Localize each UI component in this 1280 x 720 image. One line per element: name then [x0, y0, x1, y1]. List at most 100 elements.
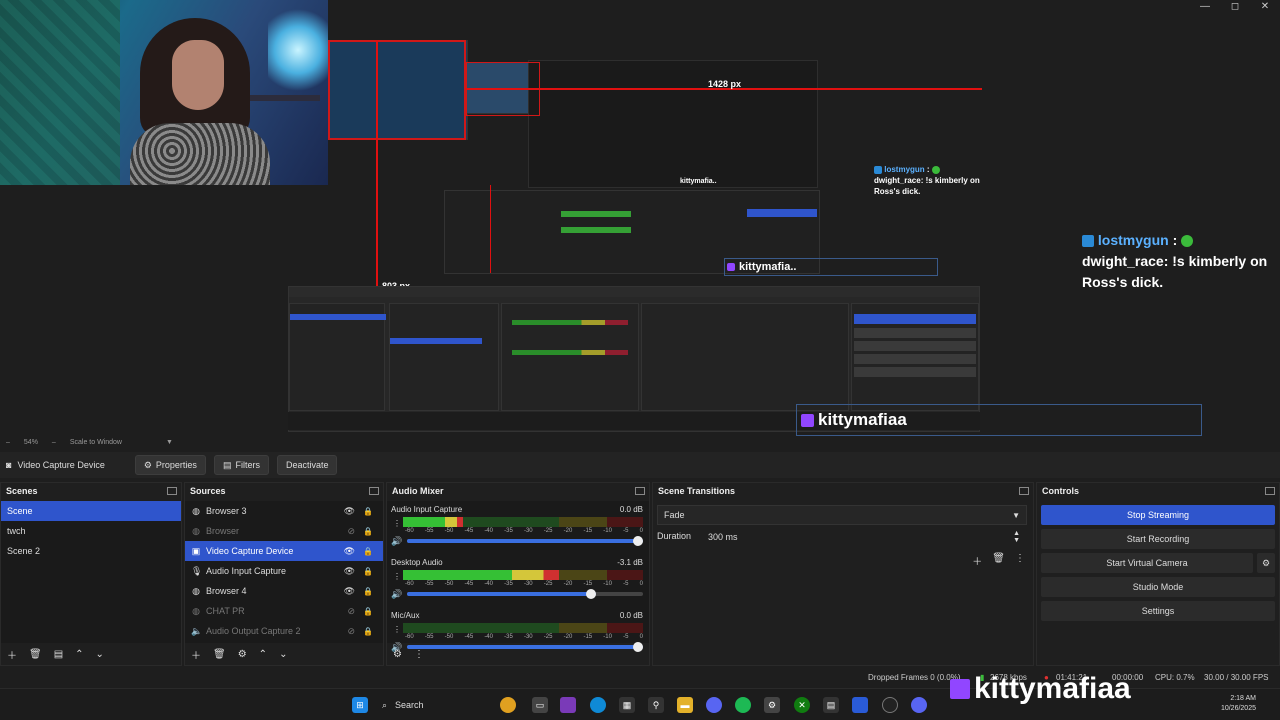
zoom-out-button[interactable]: –: [6, 439, 10, 446]
stop-streaming-button[interactable]: Stop Streaming: [1041, 505, 1275, 525]
tick-label: 0: [639, 634, 643, 640]
windows-start-icon[interactable]: ⊞: [352, 697, 368, 713]
pin-icon[interactable]: ⚲: [648, 697, 664, 713]
duration-label: Duration: [657, 531, 692, 541]
remove-source-button[interactable]: 🗑: [213, 649, 226, 660]
filters-button[interactable]: ▤ Filters: [213, 455, 269, 475]
task-view-icon[interactable]: ▭: [532, 697, 548, 713]
obs-icon[interactable]: [882, 697, 898, 713]
eye-off-icon[interactable]: ⊘: [347, 606, 355, 617]
kitty-overlay-large: kittymafiaa: [796, 404, 1202, 436]
nested-preview-window: [528, 60, 818, 188]
speaker-icon[interactable]: 🔊: [391, 589, 402, 600]
deactivate-button[interactable]: Deactivate: [276, 455, 338, 475]
move-down-button[interactable]: ⌄: [96, 649, 104, 660]
studio-mode-button[interactable]: Studio Mode: [1041, 577, 1275, 597]
folder-icon[interactable]: ▬: [677, 697, 693, 713]
chevron-down-icon: ▼: [1012, 510, 1020, 520]
move-up-button[interactable]: ⌃: [75, 649, 83, 660]
kebab-menu-icon[interactable]: ⋮: [414, 649, 424, 660]
preview-canvas[interactable]: 1428 px 803 px lostmygun : dwight_race: …: [0, 0, 1280, 436]
lock-icon[interactable]: 🔒: [363, 587, 373, 596]
kebab-menu-icon[interactable]: ⋮: [393, 572, 401, 581]
dock-menu-icon[interactable]: [167, 487, 177, 495]
source-item[interactable]: ◍ Browser 3 👁 🔒: [185, 501, 383, 521]
source-item[interactable]: ▣ Video Capture Device 👁 🔒: [185, 541, 383, 561]
xbox-icon[interactable]: ✕: [794, 697, 810, 713]
dock-menu-icon[interactable]: [635, 487, 645, 495]
eye-icon[interactable]: 👁: [344, 566, 355, 577]
eye-off-icon[interactable]: ⊘: [347, 526, 355, 537]
add-scene-button[interactable]: ＋: [7, 647, 17, 662]
dock-menu-icon[interactable]: [1265, 487, 1275, 495]
lock-icon[interactable]: 🔒: [363, 527, 373, 536]
minimize-button[interactable]: —: [1190, 0, 1220, 14]
gear-icon: ⚙: [1261, 557, 1271, 568]
source-properties-button[interactable]: ⚙: [238, 649, 247, 660]
zoom-level[interactable]: 54%: [24, 439, 38, 446]
selection-box[interactable]: [328, 40, 466, 140]
eye-off-icon[interactable]: ⊘: [347, 626, 355, 637]
add-transition-button[interactable]: ＋: [972, 553, 982, 568]
copilot-icon[interactable]: [560, 697, 576, 713]
scene-item[interactable]: Scene: [1, 501, 181, 521]
app-icon[interactable]: ▤: [823, 697, 839, 713]
start-virtual-camera-button[interactable]: Start Virtual Camera: [1041, 553, 1253, 573]
speaker-icon[interactable]: 🔊: [391, 536, 402, 547]
eye-icon[interactable]: 👁: [344, 506, 355, 517]
maximize-button[interactable]: ◻: [1220, 0, 1250, 14]
scene-item[interactable]: Scene 2: [1, 541, 181, 561]
source-item[interactable]: 🎙 Audio Input Capture 👁 🔒: [185, 561, 383, 581]
volume-slider[interactable]: [407, 589, 643, 599]
steam-icon[interactable]: ⚙: [764, 697, 780, 713]
remove-scene-button[interactable]: 🗑: [29, 649, 42, 660]
lock-icon[interactable]: 🔒: [363, 627, 373, 636]
volume-slider[interactable]: [407, 536, 643, 546]
eye-icon[interactable]: 👁: [344, 586, 355, 597]
weather-icon[interactable]: [500, 697, 516, 713]
lock-icon[interactable]: 🔒: [363, 507, 373, 516]
spotify-icon[interactable]: [735, 697, 751, 713]
dock-menu-icon[interactable]: [369, 487, 379, 495]
store-icon[interactable]: ▦: [619, 697, 635, 713]
current-source: ◙ Video Capture Device: [6, 460, 105, 470]
app-blue-icon[interactable]: [852, 697, 868, 713]
chevron-down-icon[interactable]: ▼: [166, 439, 173, 446]
settings-button[interactable]: Settings: [1041, 601, 1275, 621]
source-item[interactable]: ◍ Browser ⊘ 🔒: [185, 521, 383, 541]
scene-item[interactable]: twch: [1, 521, 181, 541]
tick-label: -5: [623, 528, 629, 534]
taskbar-search[interactable]: ⌕ Search: [378, 695, 498, 715]
move-up-button[interactable]: ⌃: [259, 649, 267, 660]
kebab-menu-icon[interactable]: ⋮: [393, 625, 401, 634]
kebab-menu-icon[interactable]: ⋮: [393, 519, 401, 528]
source-item[interactable]: ◍ Browser 4 👁 🔒: [185, 581, 383, 601]
zoom-mode[interactable]: Scale to Window: [70, 439, 122, 446]
start-recording-button[interactable]: Start Recording: [1041, 529, 1275, 549]
kebab-menu-icon[interactable]: ⋮: [1015, 553, 1025, 568]
spin-arrows-icon[interactable]: ▲ ▼: [1013, 530, 1020, 544]
taskbar-clock[interactable]: 2:18 AM 10/26/2025: [1221, 694, 1256, 714]
add-source-button[interactable]: ＋: [191, 647, 201, 662]
transition-select[interactable]: Fade ▼: [657, 505, 1027, 525]
eye-icon[interactable]: 👁: [344, 546, 355, 557]
lock-icon[interactable]: 🔒: [363, 607, 373, 616]
move-down-button[interactable]: ⌄: [279, 649, 287, 660]
close-button[interactable]: ✕: [1250, 0, 1280, 14]
lock-icon[interactable]: 🔒: [363, 547, 373, 556]
source-item[interactable]: ◍ CHAT PR ⊘ 🔒: [185, 601, 383, 621]
virtual-camera-settings-button[interactable]: ⚙: [1257, 553, 1275, 573]
dock-menu-icon[interactable]: [1019, 487, 1029, 495]
discord-2-icon[interactable]: [911, 697, 927, 713]
twitch-icon: [950, 679, 970, 699]
zoom-in-button[interactable]: –: [52, 439, 56, 446]
duration-spinbox[interactable]: 300 ms ▲ ▼: [701, 527, 1027, 547]
remove-transition-button[interactable]: 🗑: [992, 553, 1005, 568]
advanced-audio-button[interactable]: ⚙: [393, 649, 402, 660]
source-item[interactable]: 🔈 Audio Output Capture 2 ⊘ 🔒: [185, 621, 383, 641]
properties-button[interactable]: ⚙ Properties: [134, 455, 206, 475]
discord-icon[interactable]: [706, 697, 722, 713]
edge-icon[interactable]: [590, 697, 606, 713]
scene-filters-button[interactable]: ▤: [54, 649, 63, 660]
lock-icon[interactable]: 🔒: [363, 567, 373, 576]
